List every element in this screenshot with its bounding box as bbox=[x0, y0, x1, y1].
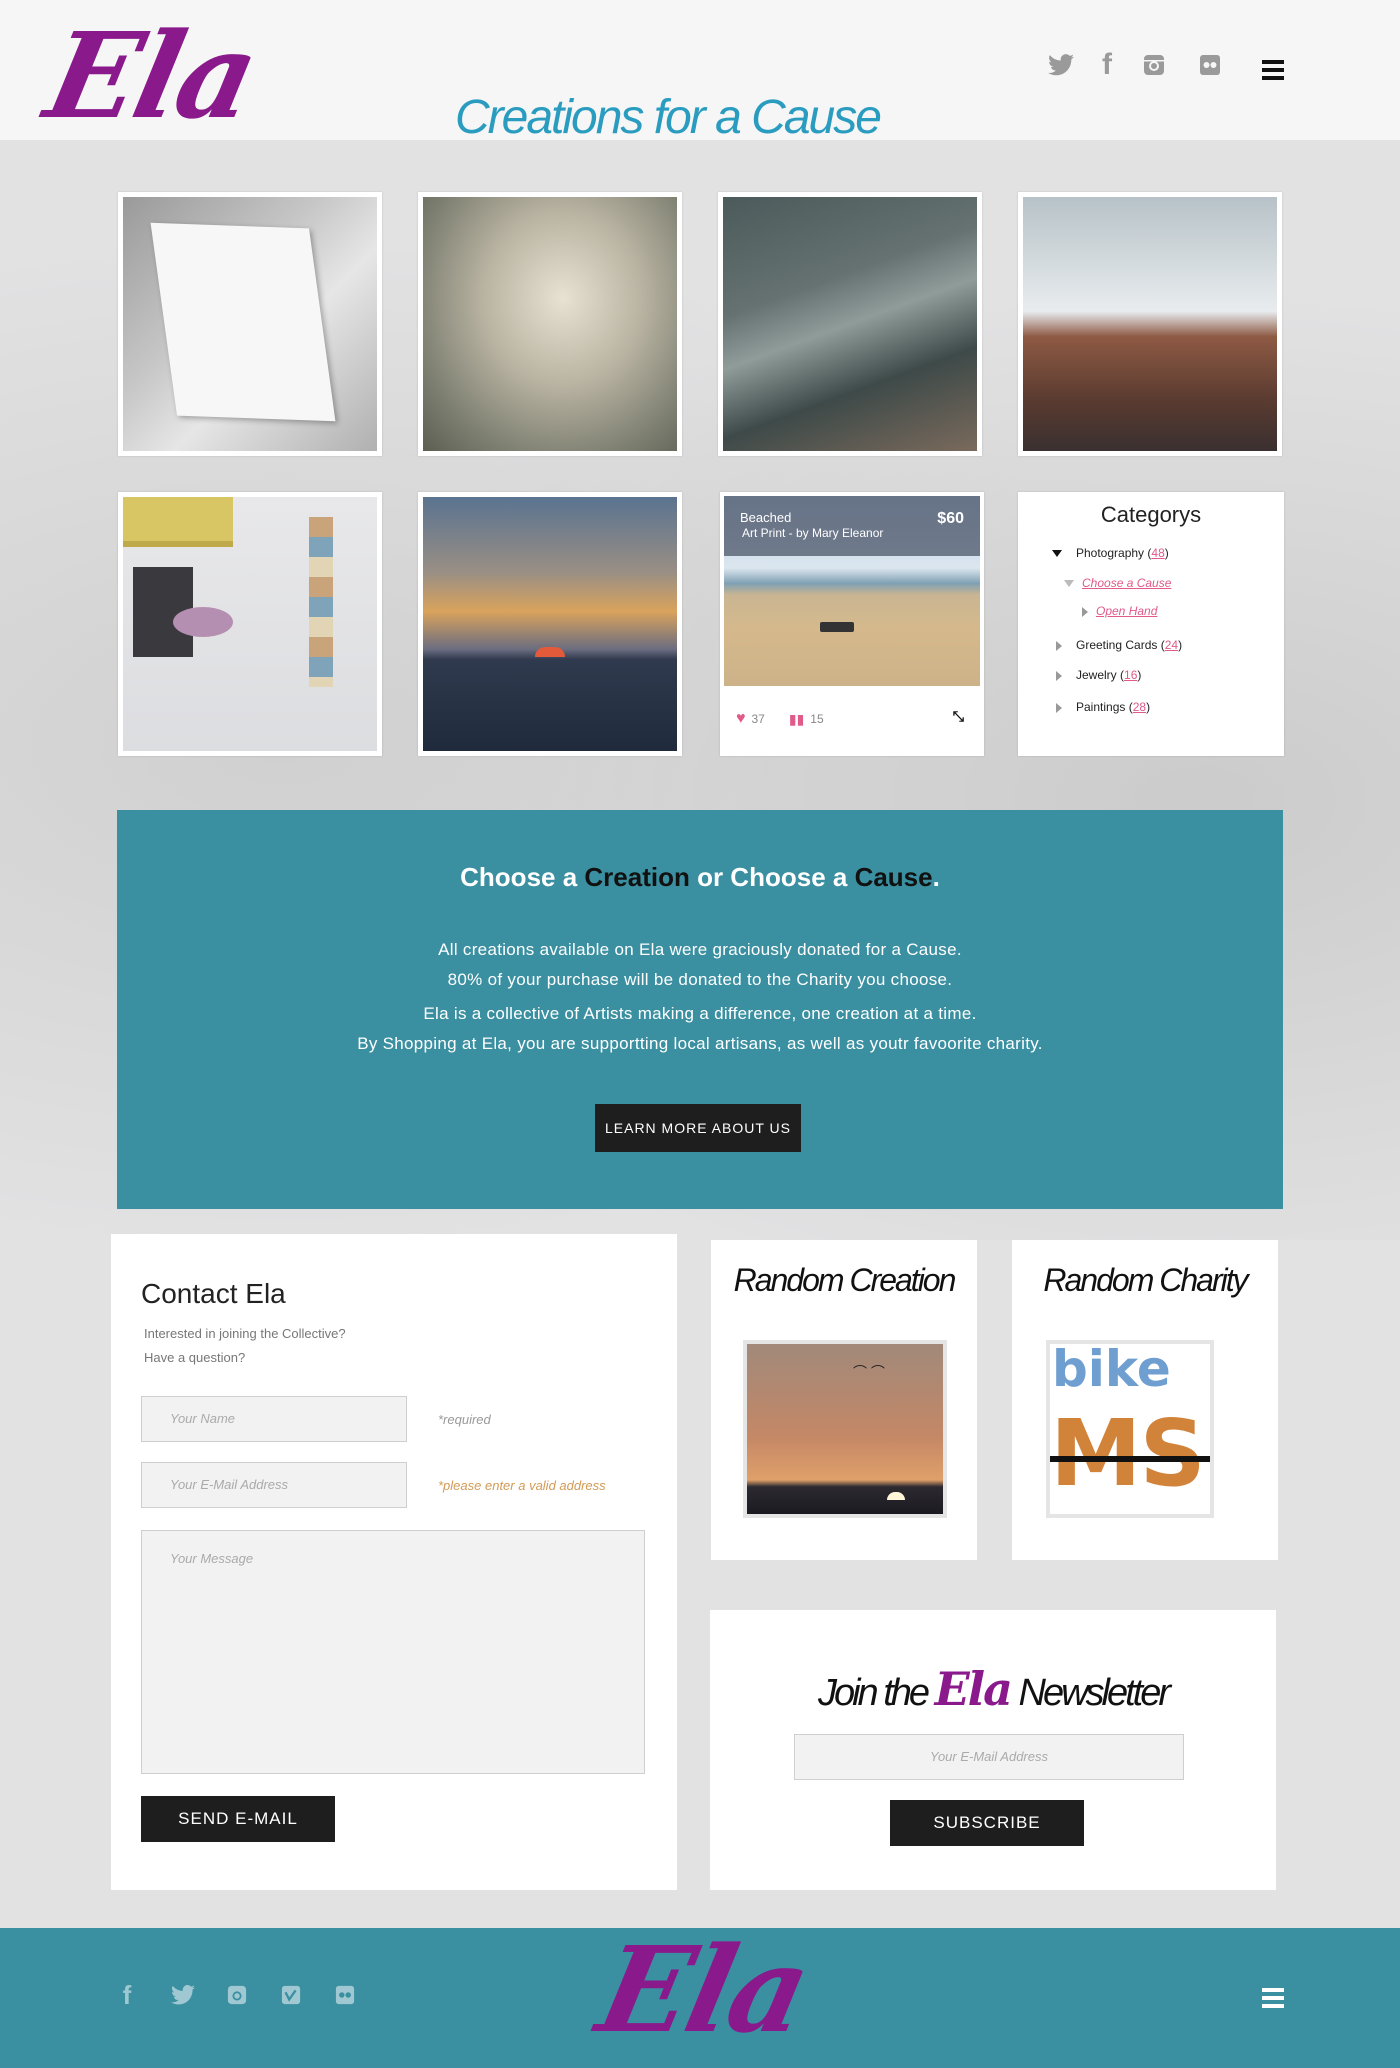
name-input[interactable]: Your Name bbox=[141, 1396, 407, 1442]
gallery-item-buoys[interactable] bbox=[118, 492, 382, 756]
facebook-icon[interactable]: f bbox=[110, 1980, 144, 2011]
charity-logo-bottom: MS bbox=[1050, 1400, 1206, 1507]
twitter-icon[interactable] bbox=[1044, 52, 1078, 82]
boat-shape bbox=[820, 622, 854, 632]
about-banner: Choose a Creation or Choose a Cause. All… bbox=[117, 810, 1283, 1209]
banner-line-1: All creations available on Ela were grac… bbox=[438, 940, 962, 959]
menu-icon[interactable] bbox=[1262, 60, 1284, 82]
lifeboat-image bbox=[1023, 197, 1277, 451]
facebook-icon[interactable]: f bbox=[1090, 50, 1124, 80]
message-textarea[interactable]: Your Message bbox=[141, 1530, 645, 1774]
comments-count: 15 bbox=[810, 712, 824, 726]
instagram-icon[interactable] bbox=[1137, 52, 1171, 82]
random-creation-image[interactable]: ⌒ ⌒ bbox=[743, 1340, 947, 1518]
charity-logo-top: bike bbox=[1052, 1340, 1171, 1398]
collapsed-caret-icon[interactable] bbox=[1056, 702, 1062, 713]
vimeo-icon[interactable] bbox=[274, 1984, 308, 2012]
category-jewelry[interactable]: Jewelry (16) bbox=[1056, 668, 1141, 682]
landscape-painting-image bbox=[723, 197, 977, 451]
name-hint: *required bbox=[438, 1412, 491, 1427]
email-hint: *please enter a valid address bbox=[438, 1478, 606, 1493]
expand-icon[interactable]: ⤡ bbox=[953, 708, 964, 725]
contact-question-1: Interested in joining the Collective? bbox=[144, 1326, 346, 1341]
banner-line-4: By Shopping at Ela, you are supportting … bbox=[357, 1034, 1043, 1053]
newsletter-email-input[interactable]: Your E-Mail Address bbox=[794, 1734, 1184, 1780]
random-charity-panel: Random Charity bike MS bbox=[1012, 1240, 1278, 1560]
product-subtitle: Art Print - by Mary Eleanor bbox=[742, 526, 884, 540]
categories-panel: Categorys Photography (48) Choose a Caus… bbox=[1018, 492, 1284, 756]
product-price: $60 bbox=[937, 510, 964, 527]
comments-icon[interactable]: ▮▮ bbox=[789, 711, 804, 728]
newsletter-title: Join the Ela Newsletter bbox=[817, 1662, 1171, 1716]
contact-panel: Contact Ela Interested in joining the Co… bbox=[111, 1234, 677, 1890]
gallery-item-greeting-card[interactable] bbox=[118, 192, 382, 456]
random-creation-panel: Random Creation ⌒ ⌒ bbox=[711, 1240, 977, 1560]
gallery-item-lifeboat[interactable] bbox=[1018, 192, 1282, 456]
footer: f Ela bbox=[0, 1920, 1400, 2068]
category-paintings[interactable]: Paintings (28) bbox=[1056, 700, 1150, 714]
likes-count: 37 bbox=[751, 712, 765, 726]
categories-title: Categorys bbox=[1100, 502, 1202, 527]
header: Ela Creations for a Cause f bbox=[0, 0, 1400, 145]
gallery-item-sunset[interactable] bbox=[418, 492, 682, 756]
expanded-caret-icon bbox=[1064, 580, 1074, 588]
send-email-button[interactable]: SEND E-MAIL bbox=[141, 1796, 335, 1842]
category-open-hand[interactable]: Open Hand bbox=[1082, 604, 1157, 618]
dancing-painting-image bbox=[423, 197, 677, 451]
greeting-card-image bbox=[123, 197, 377, 451]
category-photography[interactable]: Photography (48) bbox=[1052, 546, 1169, 560]
collapsed-caret-icon[interactable] bbox=[1056, 670, 1062, 681]
learn-more-button[interactable]: LEARN MORE ABOUT US bbox=[595, 1104, 801, 1152]
contact-title: Contact Ela bbox=[141, 1278, 286, 1309]
collapsed-caret-icon bbox=[1082, 606, 1088, 617]
footer-logo[interactable]: Ela bbox=[587, 1920, 819, 2060]
flickr-icon[interactable] bbox=[328, 1984, 362, 2012]
banner-heading: Choose a Creation or Choose a Cause. bbox=[460, 862, 940, 892]
subscribe-button[interactable]: SUBSCRIBE bbox=[890, 1800, 1084, 1846]
twitter-icon[interactable] bbox=[166, 1984, 200, 2012]
tagline: Creations for a Cause bbox=[455, 91, 882, 144]
expanded-caret-icon[interactable] bbox=[1052, 550, 1062, 558]
product-title: Beached bbox=[740, 510, 792, 525]
random-charity-title: Random Charity bbox=[1043, 1262, 1248, 1298]
bike-ms-logo[interactable]: bike MS bbox=[1046, 1340, 1214, 1518]
email-input[interactable]: Your E-Mail Address bbox=[141, 1462, 407, 1508]
buoys-image bbox=[123, 497, 377, 751]
category-greeting-cards[interactable]: Greeting Cards (24) bbox=[1056, 638, 1182, 652]
product-card[interactable]: Beached Art Print - by Mary Eleanor $60 … bbox=[720, 492, 984, 756]
collapsed-caret-icon[interactable] bbox=[1056, 640, 1062, 651]
category-choose-a-cause[interactable]: Choose a Cause bbox=[1064, 576, 1171, 590]
menu-icon[interactable] bbox=[1262, 1988, 1284, 2010]
gallery-item-landscape-painting[interactable] bbox=[718, 192, 982, 456]
gallery-item-dancing-painting[interactable] bbox=[418, 192, 682, 456]
flickr-icon[interactable] bbox=[1193, 52, 1227, 82]
instagram-icon[interactable] bbox=[220, 1984, 254, 2012]
newsletter-panel: Join the Ela Newsletter Your E-Mail Addr… bbox=[710, 1610, 1276, 1890]
random-creation-title: Random Creation bbox=[733, 1262, 957, 1298]
logo[interactable]: Ela bbox=[35, 6, 267, 146]
product-meta: ♥ 37 ▮▮ 15 bbox=[736, 710, 824, 728]
sunset-image bbox=[423, 497, 677, 751]
contact-question-2: Have a question? bbox=[144, 1350, 246, 1365]
banner-line-3: Ela is a collective of Artists making a … bbox=[423, 1004, 977, 1023]
heart-icon[interactable]: ♥ bbox=[736, 710, 746, 728]
banner-line-2: 80% of your purchase will be donated to … bbox=[447, 970, 953, 989]
